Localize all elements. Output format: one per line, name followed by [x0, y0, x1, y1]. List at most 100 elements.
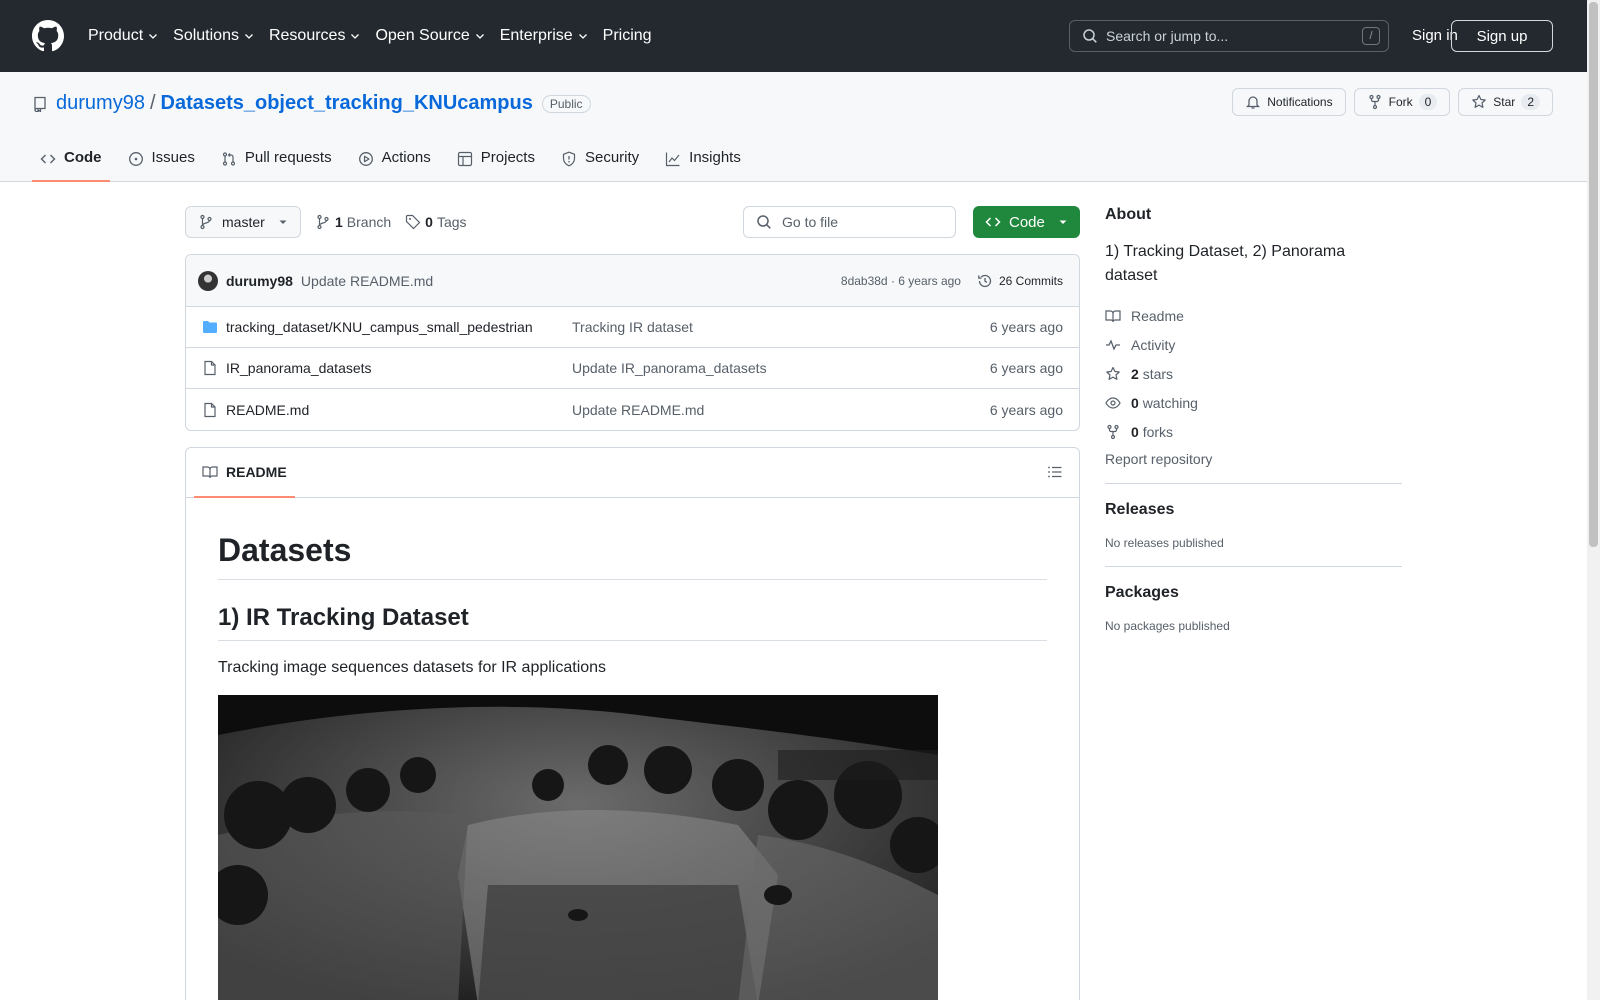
nav-label: Product: [88, 27, 144, 44]
repo-name-link[interactable]: Datasets_object_tracking_KNUcampus: [161, 92, 533, 115]
file-name[interactable]: IR_panorama_datasets: [226, 360, 560, 376]
file-commit-message[interactable]: Update IR_panorama_datasets: [572, 360, 990, 376]
github-logo-icon[interactable]: [32, 20, 64, 52]
repo-path-separator: /: [149, 92, 156, 114]
nav-product[interactable]: Product: [88, 27, 159, 45]
commit-author[interactable]: durumy98: [226, 273, 293, 289]
go-to-file-placeholder: Go to file: [782, 214, 839, 230]
watching-label: watching: [1142, 394, 1198, 411]
file-name[interactable]: tracking_dataset/KNU_campus_small_pedest…: [226, 319, 560, 335]
avatar[interactable]: [198, 270, 218, 291]
about-heading: About: [1105, 206, 1152, 223]
fork-icon: [1105, 424, 1121, 440]
repo-owner-link[interactable]: durumy98: [56, 92, 145, 115]
code-dropdown-button[interactable]: Code: [973, 206, 1080, 238]
branch-selector[interactable]: master: [185, 206, 301, 238]
commit-message[interactable]: Update README.md: [301, 273, 841, 289]
readme-header: README: [186, 448, 1079, 498]
branches-link[interactable]: 1 Branch: [315, 214, 391, 230]
nav-resources[interactable]: Resources: [269, 27, 361, 45]
code-icon: [40, 151, 56, 167]
page-scrollbar[interactable]: [1587, 0, 1600, 1000]
fork-count: 0: [1418, 94, 1438, 110]
activity-link[interactable]: Activity: [1105, 335, 1402, 354]
tab-insights[interactable]: Insights: [657, 142, 749, 182]
forks-link[interactable]: 0 forks: [1105, 422, 1402, 441]
star-label: Star: [1493, 95, 1516, 109]
tab-issues[interactable]: Issues: [120, 142, 203, 182]
tab-actions[interactable]: Actions: [350, 142, 439, 182]
watching-link[interactable]: 0 watching: [1105, 393, 1402, 412]
sidebar-divider: [1105, 483, 1402, 484]
commit-hash-age[interactable]: 8dab38d · 6 years ago: [841, 274, 961, 288]
history-icon: [977, 273, 993, 289]
chevron-down-icon: [577, 30, 589, 42]
tab-label: Insights: [689, 149, 741, 166]
readme-tab[interactable]: README: [194, 448, 295, 498]
file-commit-message[interactable]: Update README.md: [572, 402, 990, 418]
file-name[interactable]: README.md: [226, 402, 560, 418]
file-browser: durumy98 Update README.md 8dab38d · 6 ye…: [185, 254, 1080, 431]
activity-label: Activity: [1131, 336, 1176, 353]
nav-label: Pricing: [602, 27, 652, 44]
readme-heading-1: Datasets: [218, 498, 1047, 580]
tab-label: Projects: [480, 149, 535, 166]
tab-projects[interactable]: Projects: [449, 142, 543, 182]
tab-pull-requests[interactable]: Pull requests: [213, 142, 340, 182]
caret-down-icon: [278, 217, 288, 227]
nav-label: Open Source: [375, 27, 470, 44]
search-shortcut-key: /: [1362, 27, 1380, 45]
scrollbar-thumb[interactable]: [1589, 2, 1598, 547]
forks-label: forks: [1142, 423, 1174, 440]
chevron-down-icon: [474, 30, 486, 42]
nav-open-source[interactable]: Open Source: [375, 27, 485, 45]
branch-icon: [198, 214, 214, 230]
global-search-input[interactable]: Search or jump to... /: [1069, 20, 1389, 52]
commits-link[interactable]: 26 Commits: [977, 273, 1063, 289]
nav-pricing[interactable]: Pricing: [603, 27, 652, 45]
file-row[interactable]: README.md Update README.md 6 years ago: [186, 389, 1079, 430]
forks-count: 0: [1131, 423, 1139, 440]
file-row[interactable]: IR_panorama_datasets Update IR_panorama_…: [186, 348, 1079, 389]
tag-label: Tags: [436, 214, 467, 230]
nav-solutions[interactable]: Solutions: [173, 27, 255, 45]
file-icon: [202, 360, 218, 376]
tab-security[interactable]: Security: [553, 142, 647, 182]
watching-count: 0: [1131, 394, 1139, 411]
sidebar-divider: [1105, 566, 1402, 567]
file-row[interactable]: tracking_dataset/KNU_campus_small_pedest…: [186, 307, 1079, 348]
readme-body: Datasets 1) IR Tracking Dataset Tracking…: [186, 498, 1079, 1000]
tag-icon: [405, 214, 421, 230]
search-icon: [756, 214, 772, 230]
nav-enterprise[interactable]: Enterprise: [500, 27, 589, 45]
tab-code[interactable]: Code: [32, 142, 110, 182]
readme-heading-2: 1) IR Tracking Dataset: [218, 604, 1047, 641]
releases-heading[interactable]: Releases: [1105, 501, 1402, 519]
search-icon: [1082, 28, 1098, 44]
repo-sidebar: About 1) Tracking Dataset, 2) Panorama d…: [1105, 206, 1402, 633]
tags-link[interactable]: 0 Tags: [405, 214, 467, 230]
fork-button[interactable]: Fork 0: [1353, 88, 1451, 116]
stars-link[interactable]: 2 stars: [1105, 364, 1402, 383]
file-toolbar: master 1 Branch 0 Tags Go to file Code: [185, 206, 1080, 238]
visibility-badge: Public: [541, 94, 591, 113]
star-button[interactable]: Star 2: [1458, 88, 1553, 116]
nav-label: Resources: [268, 27, 346, 44]
graph-icon: [665, 151, 681, 167]
file-commit-message[interactable]: Tracking IR dataset: [572, 319, 990, 335]
ir-tracking-image: [218, 695, 938, 1000]
nav-label: Solutions: [173, 27, 239, 44]
tab-label: Code: [64, 149, 102, 166]
readme-link[interactable]: Readme: [1105, 306, 1402, 325]
readme-paragraph: Tracking image sequences datasets for IR…: [218, 659, 607, 676]
chevron-down-icon: [349, 30, 361, 42]
branch-name: master: [222, 214, 265, 230]
notifications-button[interactable]: Notifications: [1232, 88, 1346, 116]
tab-label: Pull requests: [244, 149, 332, 166]
report-repository-link[interactable]: Report repository: [1105, 451, 1402, 467]
about-description: 1) Tracking Dataset, 2) Panorama dataset: [1105, 243, 1346, 284]
packages-heading[interactable]: Packages: [1105, 584, 1402, 602]
sign-up-button[interactable]: Sign up: [1451, 20, 1553, 52]
go-to-file-input[interactable]: Go to file: [743, 206, 956, 238]
outline-list-icon[interactable]: [1047, 464, 1063, 480]
